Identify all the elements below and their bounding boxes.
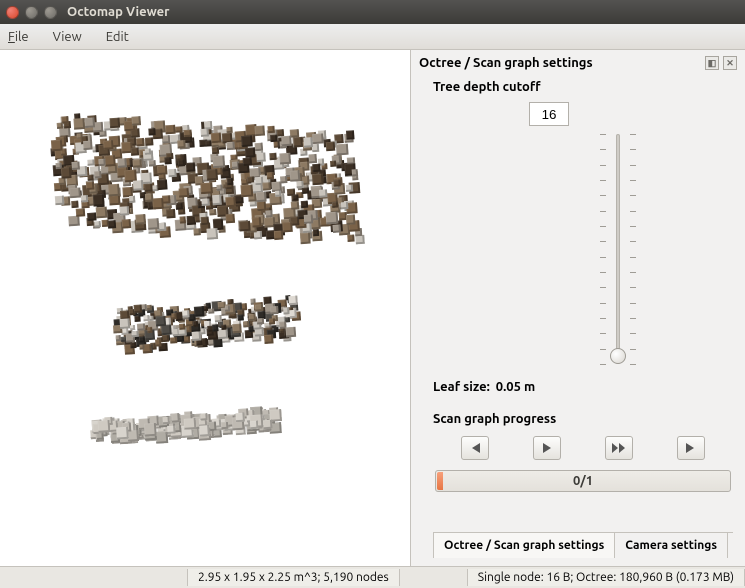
- tab-camera-settings[interactable]: Camera settings: [614, 532, 728, 558]
- minimize-icon[interactable]: [25, 6, 38, 19]
- slider-thumb-icon[interactable]: [610, 348, 626, 364]
- depth-cutoff-label: Tree depth cutoff: [433, 80, 733, 94]
- skip-end-icon: [685, 443, 697, 453]
- scan-progress-label: Scan graph progress: [433, 412, 733, 426]
- window-title: Octomap Viewer: [67, 5, 169, 19]
- scan-progress-text: 0/1: [573, 474, 593, 488]
- panel-header: Octree / Scan graph settings ◧ ✕: [411, 50, 745, 80]
- scan-play-button[interactable]: [533, 436, 561, 460]
- scan-first-button[interactable]: [461, 436, 489, 460]
- voxel-cloud: [7, 78, 403, 483]
- leaf-size-value: 0.05 m: [496, 380, 535, 394]
- menu-view[interactable]: View: [53, 30, 82, 44]
- menu-bar: File View Edit: [0, 24, 745, 50]
- panel-tabs: Octree / Scan graph settings Camera sett…: [433, 532, 733, 558]
- scan-fast-button[interactable]: [605, 436, 633, 460]
- title-bar: Octomap Viewer: [0, 0, 745, 24]
- viewport-3d[interactable]: [0, 50, 410, 566]
- fast-forward-icon: [612, 443, 626, 453]
- leaf-size-label: Leaf size:: [433, 380, 490, 394]
- play-icon: [542, 443, 552, 453]
- close-icon[interactable]: [6, 6, 19, 19]
- detach-icon[interactable]: ◧: [705, 56, 719, 70]
- panel-title: Octree / Scan graph settings: [419, 56, 593, 70]
- skip-start-icon: [469, 443, 481, 453]
- main-area: Octree / Scan graph settings ◧ ✕ Tree de…: [0, 50, 745, 566]
- menu-file[interactable]: File: [8, 30, 29, 44]
- tab-octree-settings[interactable]: Octree / Scan graph settings: [433, 532, 615, 558]
- status-dimensions: 2.95 x 1.95 x 2.25 m^3; 5,190 nodes: [187, 569, 400, 586]
- status-bar: 2.95 x 1.95 x 2.25 m^3; 5,190 nodes Sing…: [0, 566, 745, 588]
- scan-progress-bar[interactable]: 0/1: [435, 470, 731, 492]
- depth-slider[interactable]: [598, 134, 638, 364]
- close-panel-icon[interactable]: ✕: [723, 56, 737, 70]
- status-memory: Single node: 16 B; Octree: 180,960 B (0.…: [467, 569, 745, 586]
- depth-cutoff-input[interactable]: [529, 102, 569, 126]
- settings-panel: Octree / Scan graph settings ◧ ✕ Tree de…: [410, 50, 745, 566]
- scan-last-button[interactable]: [677, 436, 705, 460]
- maximize-icon[interactable]: [44, 6, 57, 19]
- menu-edit[interactable]: Edit: [106, 30, 129, 44]
